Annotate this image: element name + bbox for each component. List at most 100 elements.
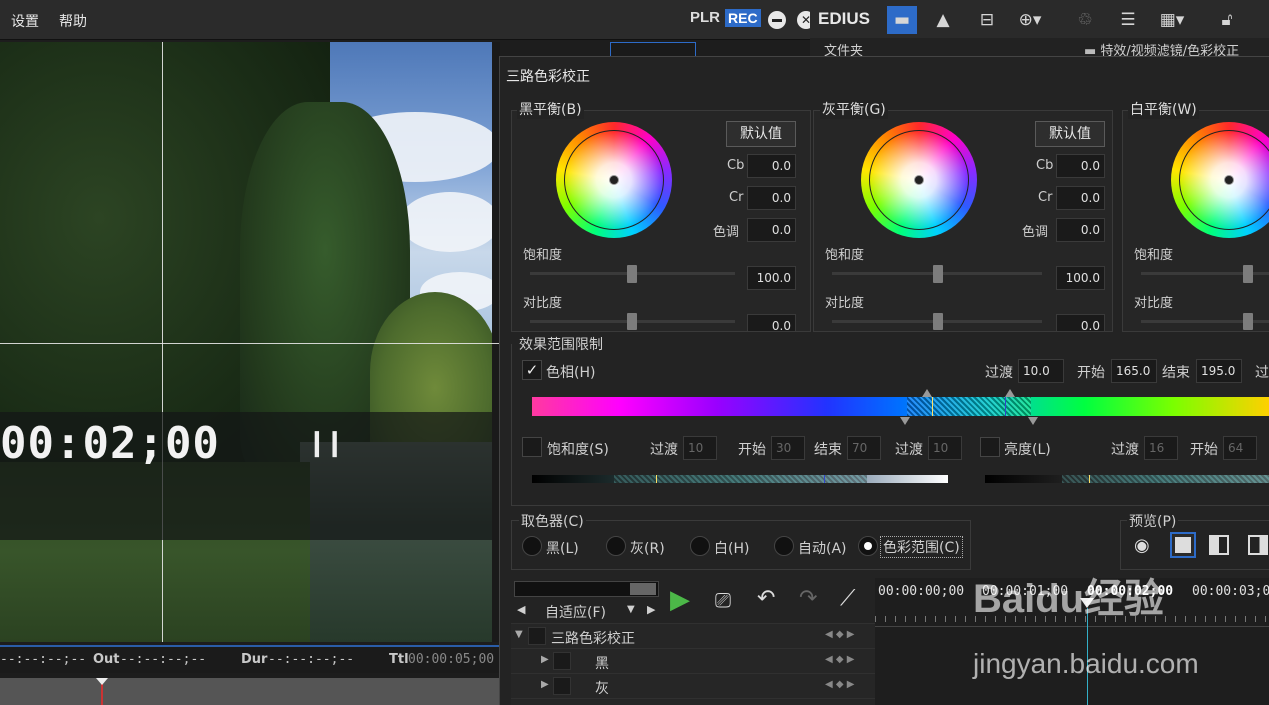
hue-start-field[interactable]: 165.0 (1111, 359, 1157, 383)
black-sat-thumb[interactable] (627, 265, 637, 283)
lum-checkbox[interactable] (980, 437, 1000, 457)
sat-checkbox-label: 饱和度(S) (547, 442, 609, 458)
gray-hue-field[interactable]: 0.0 (1056, 218, 1105, 242)
prev-arrow-icon[interactable]: ◀ (517, 603, 525, 616)
gray-cr-field[interactable]: 0.0 (1056, 186, 1105, 210)
black-cr-field[interactable]: 0.0 (747, 186, 796, 210)
redo-icon[interactable]: ↷ (799, 586, 817, 611)
play-icon[interactable]: ▶ (670, 585, 690, 615)
black-hue-field[interactable]: 0.0 (747, 218, 796, 242)
next-arrow-icon[interactable]: ▶ (647, 603, 655, 616)
picker-auto-radio[interactable] (774, 536, 794, 556)
picker-title: 取色器(C) (519, 511, 586, 531)
hue-range-bar[interactable] (532, 397, 1269, 416)
trash-icon[interactable]: ♲ (1070, 6, 1100, 34)
sat-start-field[interactable]: 30 (771, 436, 805, 460)
minimize-icon[interactable] (768, 11, 786, 29)
timecode-display: 00:02;00 (0, 418, 220, 469)
watermark-url: jingyan.baidu.com (973, 648, 1199, 679)
list-icon[interactable]: ☰ (1113, 6, 1143, 34)
hue-trans-handle-right[interactable] (1028, 417, 1038, 425)
white-contrast-thumb[interactable] (1243, 313, 1253, 330)
player-scrubber[interactable] (0, 678, 500, 705)
gray-contrast-thumb[interactable] (933, 313, 943, 330)
watermark-brand: Baidu经验 (973, 577, 1165, 621)
track-row[interactable]: ▼ 三路色彩校正 ◀ ◆ ▶ (511, 623, 875, 648)
preview-title: 预览(P) (1127, 511, 1179, 531)
hue-end-handle[interactable] (900, 417, 910, 425)
sat-trans2-field[interactable]: 10 (928, 436, 962, 460)
pause-icon[interactable]: ❙❙ (306, 428, 346, 458)
preview-full-icon[interactable] (1170, 532, 1196, 558)
keyframe-nav-icon[interactable]: ◀ ◆ ▶ (825, 629, 854, 640)
grid-icon[interactable]: ▦▾ (1157, 6, 1187, 34)
lum-trans-field[interactable]: 16 (1144, 436, 1178, 460)
sat-end-field[interactable]: 70 (847, 436, 881, 460)
white-sat-thumb[interactable] (1243, 265, 1253, 283)
menubar: 设置 帮助 PLR REC ✕ (0, 0, 815, 40)
gray-contrast-label: 对比度 (825, 296, 865, 311)
hue-start-handle[interactable] (1005, 389, 1015, 397)
track-row[interactable]: ▶ 黑 ◀ ◆ ▶ (511, 648, 875, 673)
picker-range-radio[interactable] (858, 536, 878, 556)
sat-trans2-label: 过渡 (895, 442, 923, 458)
loop-play-icon[interactable]: ⎚ (715, 588, 731, 612)
edius-logo: EDIUS (818, 9, 870, 28)
black-cb-field[interactable]: 0.0 (747, 154, 796, 178)
gray-cb-field[interactable]: 0.0 (1056, 154, 1105, 178)
preview-split-icon[interactable] (1209, 535, 1229, 555)
fit-dropdown-arrow-icon[interactable]: ▼ (627, 604, 635, 615)
undo-icon[interactable]: ↶ (757, 586, 775, 611)
menu-settings[interactable]: 设置 (11, 11, 39, 31)
track-label-gray: 灰 (595, 681, 609, 697)
keyframe-nav-icon[interactable]: ◀ ◆ ▶ (825, 679, 854, 690)
hue-trans-field[interactable]: 10.0 (1018, 359, 1064, 383)
ttl-label: Ttl (389, 652, 409, 667)
sat-checkbox[interactable] (522, 437, 542, 457)
gray-default-button[interactable]: 默认值 (1035, 121, 1105, 147)
gray-sat-field[interactable]: 100.0 (1056, 266, 1105, 290)
triangle-icon[interactable]: ▲ (928, 6, 958, 34)
track-row[interactable]: ▶ 灰 ◀ ◆ ▶ (511, 673, 875, 698)
add-dropdown-icon[interactable]: ⊕▾ (1015, 6, 1045, 34)
hue-start-label: 开始 (1077, 365, 1105, 381)
sat-trans-field[interactable]: 10 (683, 436, 717, 460)
lum-checkbox-label: 亮度(L) (1004, 442, 1051, 458)
picker-gray-radio[interactable] (606, 536, 626, 556)
zoom-slider[interactable] (514, 581, 659, 597)
preview-side-icon[interactable] (1248, 535, 1268, 555)
hue-end-field[interactable]: 195.0 (1196, 359, 1242, 383)
picker-white-radio[interactable] (690, 536, 710, 556)
hue-trans-handle-left[interactable] (922, 389, 932, 397)
folder-icon[interactable]: ▬ (887, 6, 917, 34)
lock-icon[interactable]: 🔓︎ (1212, 6, 1242, 34)
gray-sat-thumb[interactable] (933, 265, 943, 283)
dur-label: Dur (241, 652, 268, 667)
black-color-wheel[interactable] (556, 122, 672, 238)
gray-hue-label: 色调 (1022, 225, 1049, 240)
gray-color-wheel[interactable] (861, 122, 977, 238)
fit-dropdown[interactable]: 自适应(F) (545, 602, 606, 622)
black-contrast-label: 对比度 (523, 296, 563, 311)
picker-black-label: 黑(L) (546, 541, 579, 557)
hue-trans2-label: 过 (1255, 365, 1269, 381)
rec-button[interactable]: REC (725, 9, 761, 27)
black-default-button[interactable]: 默认值 (726, 121, 796, 147)
player-viewer[interactable] (0, 42, 500, 642)
gray-contrast-field[interactable]: 0.0 (1056, 314, 1105, 333)
graph-icon[interactable]: ⟋ (840, 586, 855, 611)
black-contrast-thumb[interactable] (627, 313, 637, 330)
black-contrast-field[interactable]: 0.0 (747, 314, 796, 333)
menu-help[interactable]: 帮助 (59, 11, 87, 31)
lum-start-field[interactable]: 64 (1223, 436, 1257, 460)
eye-icon[interactable]: ◉ (1134, 535, 1150, 556)
clip-icon[interactable]: ⊟ (972, 6, 1002, 34)
picker-black-radio[interactable] (522, 536, 542, 556)
hue-range-selection[interactable] (907, 397, 1031, 416)
keyframe-nav-icon[interactable]: ◀ ◆ ▶ (825, 654, 854, 665)
picker-range-label: 色彩范围(C) (880, 536, 963, 558)
ttl-value: 00:00:05;00 (408, 652, 495, 667)
black-sat-field[interactable]: 100.0 (747, 266, 796, 290)
plr-button[interactable]: PLR (690, 9, 720, 26)
hue-checkbox[interactable]: ✓ (522, 360, 542, 380)
